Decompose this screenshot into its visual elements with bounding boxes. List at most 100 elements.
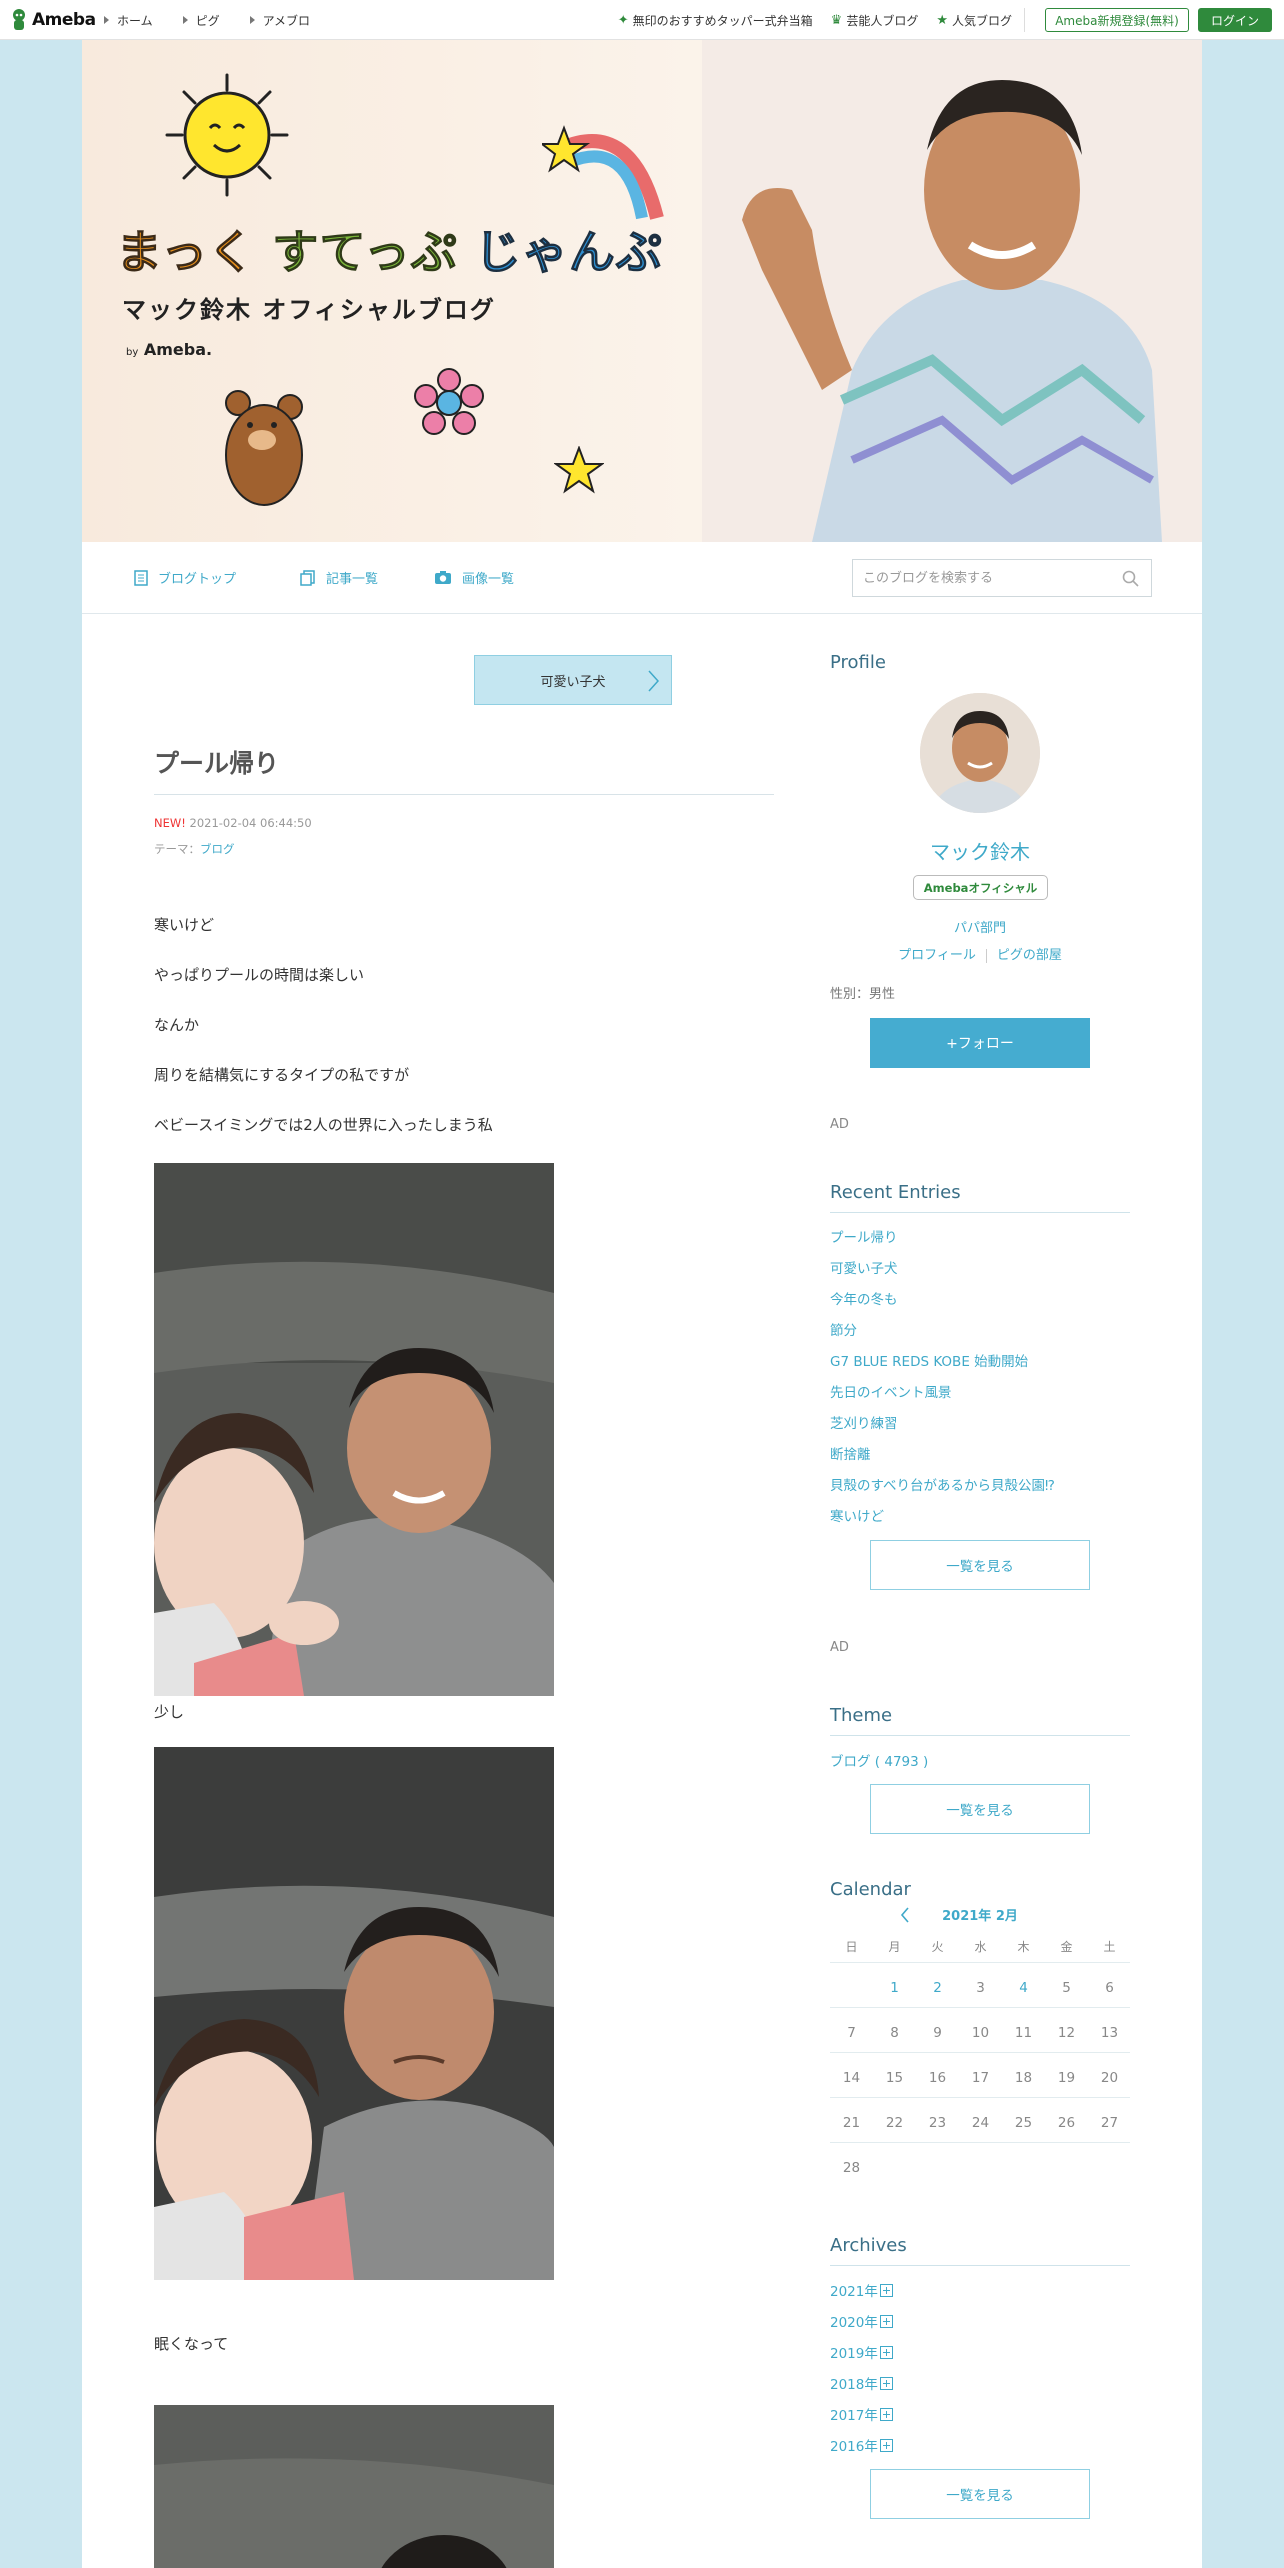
profile-name[interactable]: マック鈴木 [830, 836, 1130, 865]
article-photo-1[interactable] [154, 1163, 554, 1696]
archives-heading: Archives [830, 2235, 907, 2256]
article-photo-2[interactable] [154, 1747, 554, 2280]
calendar-day: 11 [1014, 2025, 1033, 2041]
calendar-month: 2021年 2月 [942, 1909, 1018, 1924]
calendar-row-divider [830, 2142, 1130, 2143]
blog-header[interactable]: まっく すてっぷ じゃんぷ マック鈴木 オフィシャルブログ by Ameba. [82, 40, 1202, 542]
blog-search [852, 559, 1152, 597]
author-photo [702, 40, 1202, 542]
top-links: ✦ 無印のおすすめタッパー式弁当箱 ♛ 芸能人ブログ ★ 人気ブログ [600, 0, 1012, 40]
archive-year-link[interactable]: 2019年 [830, 2342, 893, 2362]
article-date: 2021-02-04 06:44:50 [189, 816, 312, 830]
top-nav-pig[interactable]: ピグ [183, 12, 220, 29]
search-icon[interactable] [1122, 570, 1139, 587]
follow-button[interactable]: +フォロー [870, 1018, 1090, 1068]
calendar-day: 12 [1057, 2025, 1076, 2041]
top-nav-amebro[interactable]: アメブロ [250, 12, 310, 29]
recent-entry-link[interactable]: 断捨離 [830, 1443, 871, 1463]
profile-category[interactable]: パパ部門 [830, 917, 1130, 936]
ameba-mascot-icon [13, 9, 25, 30]
calendar-day: 24 [971, 2115, 990, 2131]
profile-gender: 性別：男性 [830, 987, 896, 1002]
prev-article-button[interactable]: 可愛い子犬 [474, 655, 672, 705]
ameba-logo[interactable]: Ameba [10, 6, 96, 34]
theme-more-button[interactable]: 一覧を見る [870, 1784, 1090, 1834]
calendar-day: 15 [885, 2070, 904, 2086]
expand-plus-icon[interactable] [879, 2314, 893, 2328]
calendar-day: 6 [1105, 1980, 1114, 1996]
calendar-weekday: 月 [888, 1940, 901, 1954]
nav-blog-top[interactable]: ブログトップ [134, 568, 236, 587]
nav-image-list[interactable]: 画像一覧 [434, 568, 514, 587]
calendar-weekday: 金 [1060, 1940, 1073, 1954]
expand-plus-icon[interactable] [879, 2407, 893, 2421]
calendar-day-with-post[interactable]: 1 [873, 1974, 916, 2003]
blog-subtitle: マック鈴木 オフィシャルブログ [122, 296, 496, 324]
recent-entry-link[interactable]: 今年の冬も [830, 1288, 898, 1308]
archive-year-link[interactable]: 2017年 [830, 2404, 893, 2424]
paragraph: なんか [154, 1016, 200, 1034]
archives-more-button[interactable]: 一覧を見る [870, 2469, 1090, 2519]
article-meta: NEW! 2021-02-04 06:44:50 [154, 816, 312, 830]
top-link-popular[interactable]: ★ 人気ブログ [936, 12, 1012, 29]
archive-year-link[interactable]: 2020年 [830, 2311, 893, 2331]
recent-entry-link[interactable]: 節分 [830, 1319, 857, 1339]
theme-link[interactable]: ブログ ( 4793 ) [830, 1750, 928, 1770]
top-link-promo[interactable]: ✦ 無印のおすすめタッパー式弁当箱 [618, 12, 813, 29]
archive-year-link[interactable]: 2016年 [830, 2435, 893, 2455]
calendar-day: 18 [1014, 2070, 1033, 2086]
heading-divider [830, 1212, 1130, 1213]
login-button[interactable]: ログイン [1198, 8, 1272, 32]
calendar-row-divider [830, 2052, 1130, 2053]
official-badge[interactable]: Amebaオフィシャル [913, 875, 1048, 900]
calendar-day: 8 [890, 2025, 899, 2041]
top-nav: ホーム ピグ アメブロ [104, 0, 340, 40]
recent-entry-link[interactable]: 先日のイベント風景 [830, 1381, 952, 1401]
small-star-illustration [554, 446, 604, 494]
article-photo-3[interactable] [154, 2405, 554, 2568]
calendar-day: 5 [1062, 1980, 1071, 1996]
pig-room-link[interactable]: ピグの部屋 [997, 948, 1062, 963]
profile-link[interactable]: プロフィール [898, 948, 976, 963]
expand-plus-icon[interactable] [879, 2283, 893, 2297]
star-icon: ★ [936, 12, 948, 28]
heading-divider [830, 2265, 1130, 2266]
photo-caption: 少し [154, 1703, 185, 1721]
calendar-weekday: 日 [845, 1940, 858, 1954]
calendar-day: 22 [885, 2115, 904, 2131]
sparkle-icon: ✦ [617, 12, 629, 28]
recent-entry-link[interactable]: 芝刈り練習 [830, 1412, 898, 1432]
top-nav-home[interactable]: ホーム [104, 12, 153, 29]
search-input[interactable] [853, 560, 1103, 596]
profile-avatar[interactable] [920, 693, 1040, 813]
nav-article-list[interactable]: 記事一覧 [300, 568, 378, 587]
register-button[interactable]: Ameba新規登録(無料) [1045, 8, 1189, 32]
heading-divider [830, 1735, 1130, 1736]
new-badge: NEW! [154, 816, 186, 830]
archive-year-link[interactable]: 2021年 [830, 2280, 893, 2300]
recent-entry-link[interactable]: G7 BLUE REDS KOBE 始動開始 [830, 1350, 1028, 1370]
calendar-day: 9 [933, 2025, 942, 2041]
calendar-day-with-post[interactable]: 2 [916, 1974, 959, 2003]
calendar-row-divider [830, 1962, 1130, 1963]
recent-entry-link[interactable]: 貝殻のすべり台があるから貝殻公園⁉ [830, 1474, 1055, 1494]
archive-year-link[interactable]: 2018年 [830, 2373, 893, 2393]
recent-entry-link[interactable]: 可愛い子犬 [830, 1257, 898, 1277]
recent-more-button[interactable]: 一覧を見る [870, 1540, 1090, 1590]
expand-plus-icon[interactable] [879, 2345, 893, 2359]
calendar-day: 10 [971, 2025, 990, 2041]
crown-icon: ♛ [830, 12, 843, 28]
recent-entry-link[interactable]: プール帰り [830, 1226, 898, 1246]
calendar-day-with-post[interactable]: 4 [1002, 1974, 1045, 2003]
bear-illustration [225, 390, 303, 506]
blog-nav: ブログトップ 記事一覧 画像一覧 [82, 542, 1202, 614]
expand-plus-icon[interactable] [879, 2438, 893, 2452]
theme-link[interactable]: ブログ [200, 842, 235, 856]
ameba-topbar: Ameba ホーム ピグ アメブロ ✦ 無印のおすすめタッパー式弁当箱 ♛ 芸能人ブ… [0, 0, 1284, 40]
calendar-day: 16 [928, 2070, 947, 2086]
top-link-celebrity[interactable]: ♛ 芸能人ブログ [831, 12, 919, 29]
calendar-row-divider [830, 2007, 1130, 2008]
recent-entry-link[interactable]: 寒いけど [830, 1505, 884, 1525]
calendar-weekday: 土 [1103, 1940, 1116, 1954]
expand-plus-icon[interactable] [879, 2376, 893, 2390]
